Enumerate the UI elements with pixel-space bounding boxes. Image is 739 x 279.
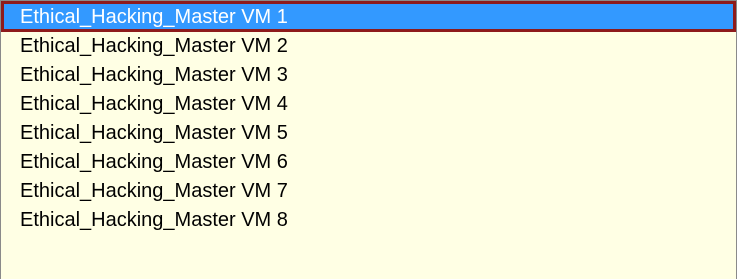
list-item-vm-8[interactable]: Ethical_Hacking_Master VM 8 (1, 206, 736, 235)
vm-listbox[interactable]: Ethical_Hacking_Master VM 1 Ethical_Hack… (0, 0, 737, 279)
list-item-vm-6[interactable]: Ethical_Hacking_Master VM 6 (1, 148, 736, 177)
list-item-vm-2[interactable]: Ethical_Hacking_Master VM 2 (1, 32, 736, 61)
list-item-vm-1[interactable]: Ethical_Hacking_Master VM 1 (1, 1, 736, 32)
list-item-vm-5[interactable]: Ethical_Hacking_Master VM 5 (1, 119, 736, 148)
list-item-vm-3[interactable]: Ethical_Hacking_Master VM 3 (1, 61, 736, 90)
vm-list: Ethical_Hacking_Master VM 1 Ethical_Hack… (1, 1, 736, 235)
list-item-vm-7[interactable]: Ethical_Hacking_Master VM 7 (1, 177, 736, 206)
list-item-vm-4[interactable]: Ethical_Hacking_Master VM 4 (1, 90, 736, 119)
